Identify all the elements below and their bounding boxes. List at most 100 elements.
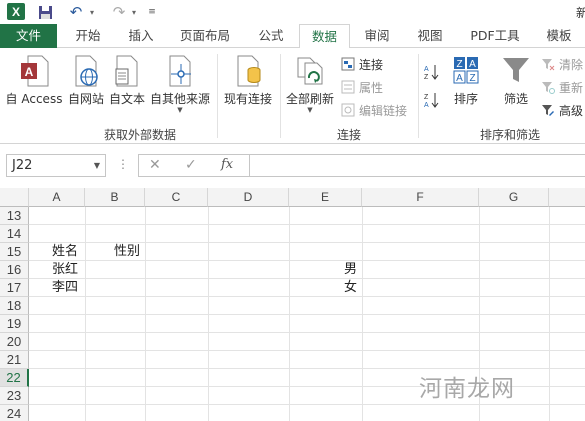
customize-toolbar-icon[interactable]: ≡ [147, 3, 157, 21]
cell-e17[interactable]: 女 [344, 279, 357, 297]
tab-file[interactable]: 文件 [0, 24, 57, 48]
filter-icon [503, 58, 529, 82]
row-header-14[interactable]: 14 [0, 225, 29, 243]
tab-page-layout[interactable]: 页面布局 [172, 24, 238, 48]
refresh-all-button[interactable]: 全部刷新 ▼ [284, 54, 336, 114]
cancel-icon[interactable]: ✕ [149, 157, 161, 173]
connections-label: 连接 [359, 57, 384, 72]
row-header-20[interactable]: 20 [0, 333, 29, 351]
tab-insert[interactable]: 插入 [117, 24, 165, 48]
grid-line [29, 224, 585, 225]
enter-icon[interactable]: ✓ [185, 157, 197, 173]
clear-filter-label: 清除 [559, 57, 584, 72]
excel-window: X ↶ ▾ ↷ ▾ ≡ 新 文件 开始 插入 页面布局 公式 数据 审阅 视图 … [0, 0, 585, 421]
select-all-corner[interactable] [0, 188, 29, 207]
column-header-c[interactable]: C [145, 188, 208, 207]
column-header-g[interactable]: G [479, 188, 549, 207]
access-icon: A [21, 55, 49, 87]
from-access-label: 自 Access [5, 92, 63, 106]
row-header-23[interactable]: 23 [0, 387, 29, 405]
existing-connections-label: 现有连接 [223, 92, 272, 106]
undo-dropdown-icon[interactable]: ▾ [87, 3, 97, 21]
cell-a15[interactable]: 姓名 [52, 243, 78, 261]
svg-text:Z: Z [424, 94, 429, 101]
text-file-icon [115, 55, 138, 87]
chevron-down-icon: ▼ [177, 106, 183, 114]
watermark: 河南龙网 [419, 376, 515, 402]
advanced-filter-label: 高级 [559, 103, 584, 118]
from-web-label: 自网站 [67, 92, 104, 106]
tab-view[interactable]: 视图 [407, 24, 453, 48]
row-header-18[interactable]: 18 [0, 297, 29, 315]
cell-e16[interactable]: 男 [344, 261, 357, 279]
web-icon [75, 55, 98, 87]
formula-bar-resize-icon[interactable]: ⋮ [117, 157, 129, 171]
row-header-15[interactable]: 15 [0, 243, 29, 261]
cell-a17[interactable]: 李四 [52, 279, 78, 297]
chevron-down-icon[interactable]: ▼ [94, 155, 100, 176]
properties-icon [340, 79, 356, 95]
sort-za-icon: ZA [424, 92, 440, 109]
properties-button[interactable]: 属性 [340, 77, 383, 97]
from-other-sources-button[interactable]: 自其他来源 ▼ [148, 54, 212, 114]
edit-links-label: 编辑链接 [359, 103, 408, 118]
column-header-b[interactable]: B [85, 188, 145, 207]
svg-text:A: A [25, 65, 34, 79]
row-header-16[interactable]: 16 [0, 261, 29, 279]
insert-function-icon[interactable]: fx [221, 157, 233, 172]
name-box-value: J22 [12, 158, 33, 173]
tab-home[interactable]: 开始 [64, 24, 112, 48]
tab-data[interactable]: 数据 [299, 24, 350, 49]
ribbon-data: A 自 Access 自网站 自文本 自其他来源 ▼ 现有连接 获取外部数据 全… [0, 48, 585, 144]
grid-line [29, 404, 585, 405]
window-title: 新 [575, 6, 585, 20]
group-label-sort-filter: 排序和筛选 [479, 128, 540, 142]
title-bar: X ↶ ▾ ↷ ▾ ≡ 新 [0, 0, 585, 24]
from-web-button[interactable]: 自网站 [66, 54, 106, 107]
formula-input[interactable] [249, 154, 585, 177]
from-access-button[interactable]: A 自 Access [4, 54, 64, 107]
column-header-d[interactable]: D [208, 188, 289, 207]
undo-icon[interactable]: ↶ [67, 3, 85, 21]
column-header-e[interactable]: E [289, 188, 362, 207]
row-header-17[interactable]: 17 [0, 279, 29, 297]
row-header-22[interactable]: 22 [0, 369, 29, 387]
filter-button[interactable]: 筛选 [496, 54, 536, 107]
tab-review[interactable]: 审阅 [354, 24, 400, 48]
clear-filter-button[interactable]: 清除 [540, 54, 583, 74]
group-label-connections: 连接 [336, 128, 361, 142]
connections-button[interactable]: 连接 [340, 54, 383, 74]
row-header-24[interactable]: 24 [0, 405, 29, 421]
connections-icon [340, 56, 356, 72]
column-header-f[interactable]: F [362, 188, 479, 207]
save-icon[interactable] [36, 3, 54, 21]
advanced-filter-button[interactable]: 高级 [540, 100, 583, 120]
reapply-button[interactable]: 重新 [540, 77, 583, 97]
other-sources-icon [169, 55, 191, 87]
edit-links-button[interactable]: 编辑链接 [340, 100, 407, 120]
sort-ascending-button[interactable]: AZ [424, 62, 443, 82]
column-header-h[interactable] [549, 188, 585, 207]
sort-descending-button[interactable]: ZA [424, 90, 443, 110]
row-header-19[interactable]: 19 [0, 315, 29, 333]
name-box[interactable]: J22 ▼ [6, 154, 106, 177]
from-text-button[interactable]: 自文本 [107, 54, 147, 107]
row-header-21[interactable]: 21 [0, 351, 29, 369]
redo-icon[interactable]: ↷ [110, 3, 128, 21]
redo-dropdown-icon[interactable]: ▾ [129, 3, 139, 21]
column-header-a[interactable]: A [29, 188, 85, 207]
reapply-label: 重新 [559, 80, 584, 95]
formula-bar: J22 ▼ ⋮ ✕ ✓ fx [0, 144, 585, 188]
tab-formulas[interactable]: 公式 [247, 24, 295, 48]
tab-templates[interactable]: 模板 [536, 24, 582, 48]
existing-connections-button[interactable]: 现有连接 [222, 54, 274, 107]
row-header-13[interactable]: 13 [0, 207, 29, 225]
svg-text:A: A [456, 73, 463, 84]
grid-line [29, 278, 585, 279]
sort-button[interactable]: Z A A Z 排序 [446, 54, 486, 107]
cell-a16[interactable]: 张红 [52, 261, 78, 279]
cell-b15[interactable]: 性别 [114, 243, 140, 261]
svg-text:A: A [424, 66, 429, 73]
tab-pdf-tools[interactable]: PDF工具 [462, 24, 528, 48]
sort-dialog-icon: Z A A Z [453, 57, 479, 84]
